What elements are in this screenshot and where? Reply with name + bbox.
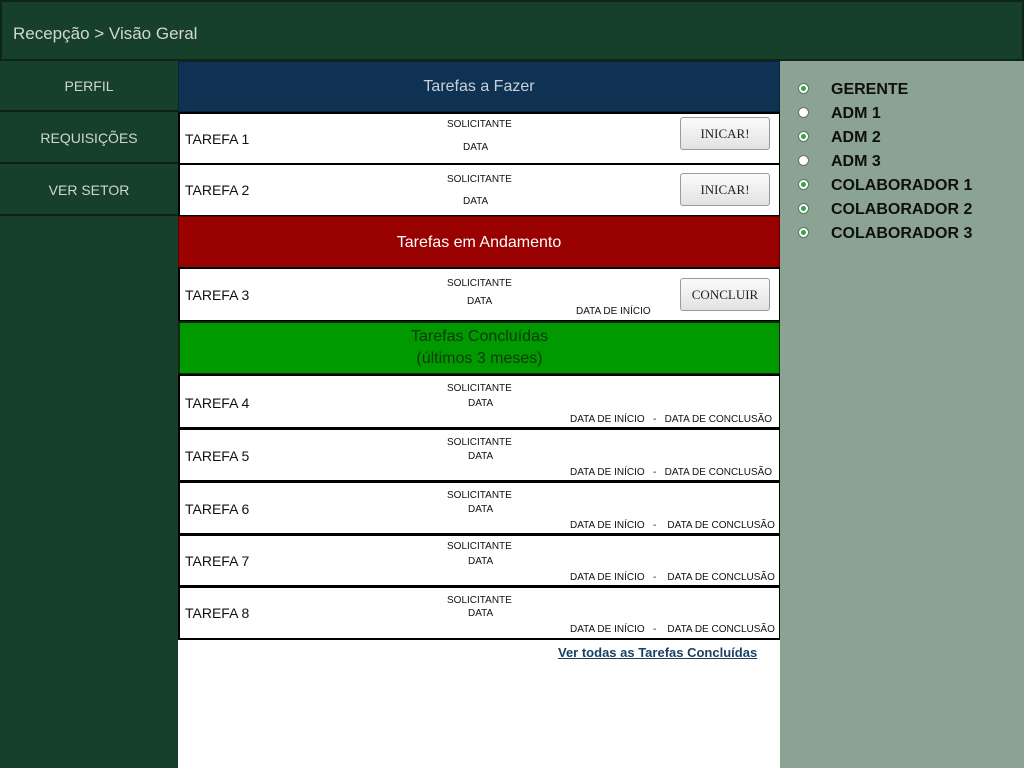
task-start-end-dates: DATA DE INÍCIO - DATA DE CONCLUSÃO	[570, 414, 773, 425]
task-name: TAREFA 3	[185, 287, 250, 303]
task-date: DATA	[468, 504, 494, 515]
task-start-end-dates: DATA DE INÍCIO - DATA DE CONCLUSÃO	[570, 467, 773, 478]
in-progress-section-header: Tarefas em Andamento	[178, 216, 780, 269]
task-row: TAREFA 6 SOLICITANTE DATA DATA DE INÍCIO…	[178, 481, 781, 535]
task-date: DATA	[463, 142, 489, 153]
task-name: TAREFA 5	[185, 448, 250, 464]
user-label: GERENTE	[831, 81, 909, 98]
task-requester: SOLICITANTE	[447, 541, 512, 552]
task-row: TAREFA 1 SOLICITANTE DATA INICAR!	[178, 112, 781, 165]
task-name: TAREFA 4	[185, 395, 250, 411]
breadcrumb: Recepção > Visão Geral	[13, 24, 198, 43]
task-date: DATA	[468, 608, 494, 619]
sidebar-item-label: REQUISIÇÕES	[40, 129, 138, 146]
task-name: TAREFA 2	[185, 182, 250, 198]
task-date: DATA	[468, 556, 494, 567]
task-start-date: DATA DE INÍCIO	[576, 306, 651, 317]
radio-icon[interactable]	[798, 154, 809, 166]
task-name: TAREFA 8	[185, 605, 250, 621]
user-label: ADM 2	[831, 129, 881, 146]
start-task-button[interactable]: INICAR!	[680, 117, 770, 150]
task-row: TAREFA 4 SOLICITANTE DATA DATA DE INÍCIO…	[178, 374, 781, 429]
user-label: ADM 1	[831, 105, 881, 122]
todo-section-header: Tarefas a Fazer	[178, 61, 780, 112]
user-option-gerente[interactable]: GERENTE	[798, 79, 908, 101]
task-date: DATA	[467, 296, 493, 307]
conclude-task-button[interactable]: CONCLUIR	[680, 278, 770, 311]
user-option-adm-3[interactable]: ADM 3	[798, 151, 881, 173]
user-option-adm-2[interactable]: ADM 2	[798, 127, 881, 149]
task-requester: SOLICITANTE	[447, 595, 512, 606]
radio-icon[interactable]	[798, 82, 809, 94]
sidebar-item-requisicoes[interactable]: REQUISIÇÕES	[0, 113, 178, 164]
user-label: COLABORADOR 2	[831, 201, 973, 218]
section-subtitle: (últimos 3 meses)	[416, 350, 543, 367]
task-name: TAREFA 1	[185, 131, 250, 147]
user-label: ADM 3	[831, 153, 881, 170]
task-requester: SOLICITANTE	[447, 490, 512, 501]
task-requester: SOLICITANTE	[447, 174, 512, 185]
top-bar: Recepção > Visão Geral	[0, 0, 1024, 61]
task-row: TAREFA 5 SOLICITANTE DATA DATA DE INÍCIO…	[178, 428, 781, 482]
done-section-header: Tarefas Concluídas (últimos 3 meses)	[178, 321, 781, 375]
user-option-adm-1[interactable]: ADM 1	[798, 103, 881, 125]
sidebar-item-ver-setor[interactable]: VER SETOR	[0, 165, 178, 216]
task-name: TAREFA 6	[185, 501, 250, 517]
task-date: DATA	[468, 451, 494, 462]
section-title: Tarefas em Andamento	[396, 233, 562, 251]
task-start-end-dates: DATA DE INÍCIO - DATA DE CONCLUSÃO	[570, 572, 775, 583]
radio-icon[interactable]	[798, 106, 809, 118]
task-start-end-dates: DATA DE INÍCIO - DATA DE CONCLUSÃO	[570, 624, 775, 635]
radio-icon[interactable]	[798, 178, 809, 190]
task-requester: SOLICITANTE	[447, 278, 512, 289]
sidebar-item-label: VER SETOR	[48, 181, 130, 198]
task-requester: SOLICITANTE	[447, 383, 512, 394]
see-all-completed-link[interactable]: Ver todas as Tarefas Concluídas	[558, 645, 757, 660]
section-title: Tarefas Concluídas	[411, 328, 548, 345]
radio-icon[interactable]	[798, 202, 809, 214]
radio-icon[interactable]	[798, 130, 809, 142]
sidebar-item-label: PERFIL	[64, 77, 114, 94]
task-row: TAREFA 7 SOLICITANTE DATA DATA DE INÍCIO…	[178, 534, 781, 587]
user-filter-panel: GERENTE ADM 1 ADM 2 ADM 3 COLABORADOR 1 …	[780, 61, 1024, 768]
main-content: Tarefas a Fazer TAREFA 1 SOLICITANTE DAT…	[178, 61, 781, 768]
task-date: DATA	[468, 398, 494, 409]
sidebar-item-perfil[interactable]: PERFIL	[0, 61, 178, 112]
user-option-colaborador-3[interactable]: COLABORADOR 3	[798, 223, 972, 245]
radio-icon[interactable]	[798, 226, 809, 238]
task-name: TAREFA 7	[185, 553, 250, 569]
task-requester: SOLICITANTE	[447, 437, 512, 448]
user-label: COLABORADOR 1	[831, 177, 973, 194]
user-option-colaborador-2[interactable]: COLABORADOR 2	[798, 199, 972, 221]
sidebar: PERFIL REQUISIÇÕES VER SETOR	[0, 61, 178, 768]
section-title: Tarefas a Fazer	[423, 77, 535, 95]
task-requester: SOLICITANTE	[447, 119, 512, 130]
user-option-colaborador-1[interactable]: COLABORADOR 1	[798, 175, 972, 197]
task-row: TAREFA 2 SOLICITANTE DATA INICAR!	[178, 163, 781, 217]
task-row: TAREFA 8 SOLICITANTE DATA DATA DE INÍCIO…	[178, 586, 781, 640]
task-row: TAREFA 3 SOLICITANTE DATA DATA DE INÍCIO…	[178, 267, 781, 322]
user-label: COLABORADOR 3	[831, 225, 973, 242]
task-date: DATA	[463, 196, 489, 207]
start-task-button[interactable]: INICAR!	[680, 173, 770, 206]
task-start-end-dates: DATA DE INÍCIO - DATA DE CONCLUSÃO	[570, 520, 775, 531]
